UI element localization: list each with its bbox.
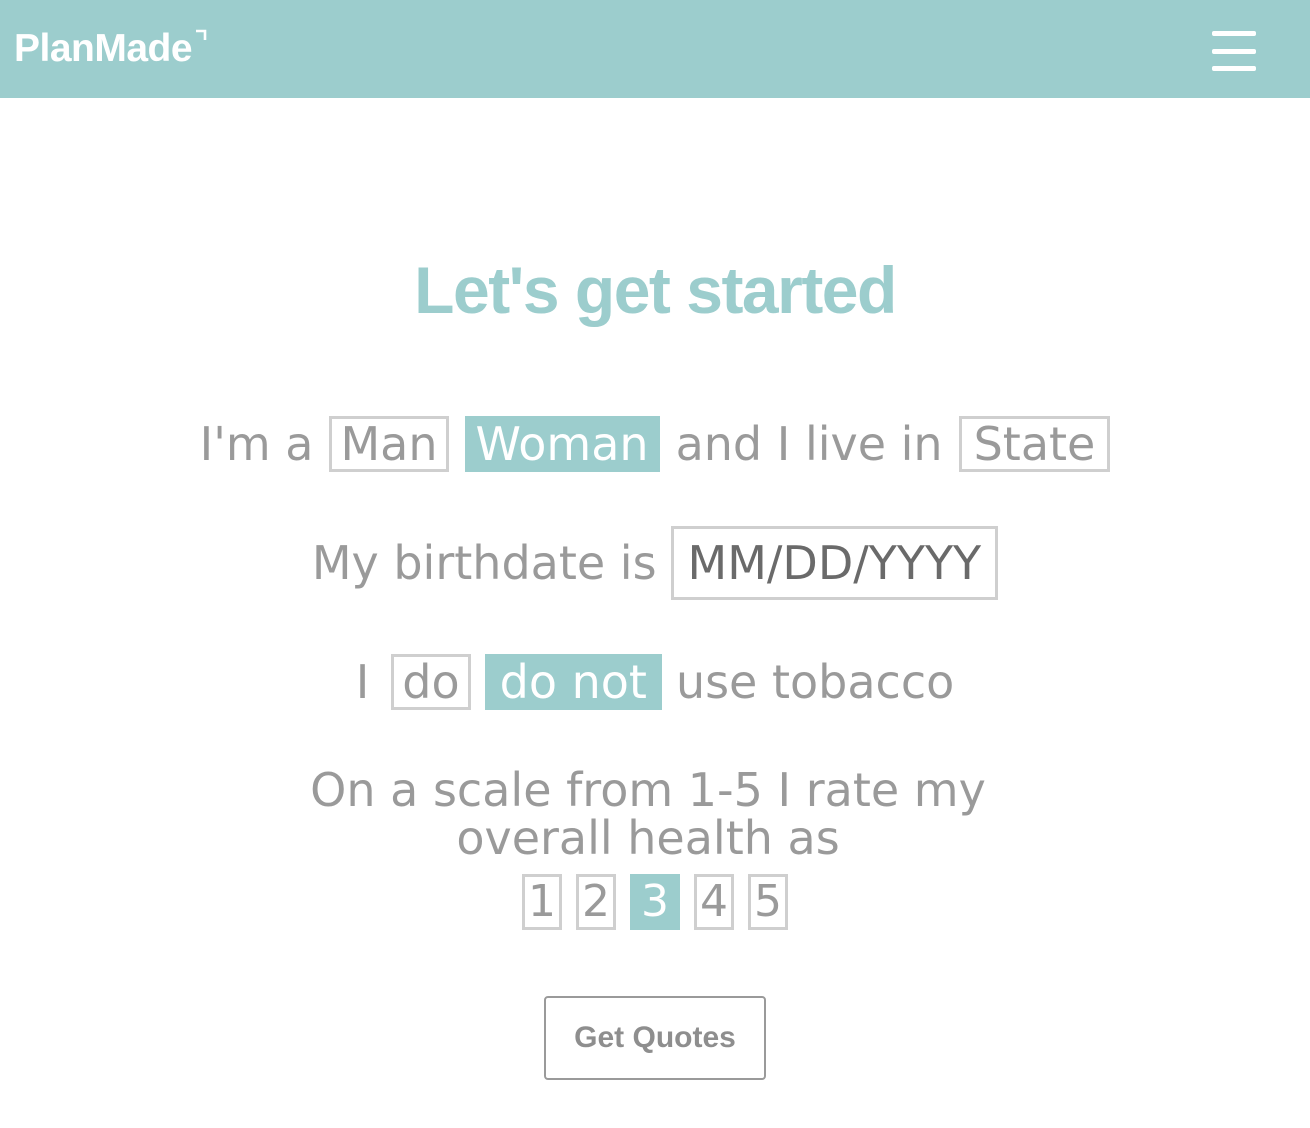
gender-prefix-text: I'm a (199, 417, 314, 471)
hamburger-line (1212, 48, 1256, 54)
health-rating-5[interactable]: 5 (748, 874, 788, 930)
health-scale-text: On a scale from 1-5 I rate my overall he… (310, 763, 986, 865)
health-rating-row: 1 2 3 4 5 (0, 874, 1310, 930)
tobacco-prefix-text: I (355, 655, 370, 709)
birthdate-row: My birthdate is MM/DD/YYYY (0, 526, 1310, 600)
state-select[interactable]: State (958, 416, 1111, 472)
gender-state-row: I'm a Man Woman and I live in State (0, 416, 1310, 472)
state-prefix-text: and I live in (675, 417, 943, 471)
birthdate-input[interactable]: MM/DD/YYYY (670, 526, 999, 600)
gender-option-woman[interactable]: Woman (464, 416, 660, 472)
hamburger-line (1212, 31, 1256, 36)
planmade-logo[interactable]: PlanMade (14, 26, 208, 72)
health-rating-3[interactable]: 3 (630, 874, 680, 930)
health-rating-1[interactable]: 1 (522, 874, 562, 930)
logo-text: PlanMade (14, 27, 193, 70)
birthdate-prefix-text: My birthdate is (311, 536, 657, 590)
page-title: Let's get started (414, 253, 897, 327)
health-rating-4[interactable]: 4 (694, 874, 734, 930)
tobacco-option-do[interactable]: do (391, 654, 471, 710)
tobacco-row: I do do not use tobacco (0, 654, 1310, 710)
hamburger-line (1212, 66, 1256, 71)
logo-arrow-icon (196, 29, 207, 40)
gender-option-man[interactable]: Man (329, 416, 449, 472)
get-quotes-button[interactable]: Get Quotes (544, 996, 766, 1080)
top-navbar: PlanMade (0, 0, 1310, 98)
hamburger-menu-icon[interactable] (1208, 28, 1260, 74)
tobacco-suffix-text: use tobacco (675, 655, 955, 709)
tobacco-option-do-not[interactable]: do not (484, 654, 662, 710)
health-rating-2[interactable]: 2 (576, 874, 616, 930)
